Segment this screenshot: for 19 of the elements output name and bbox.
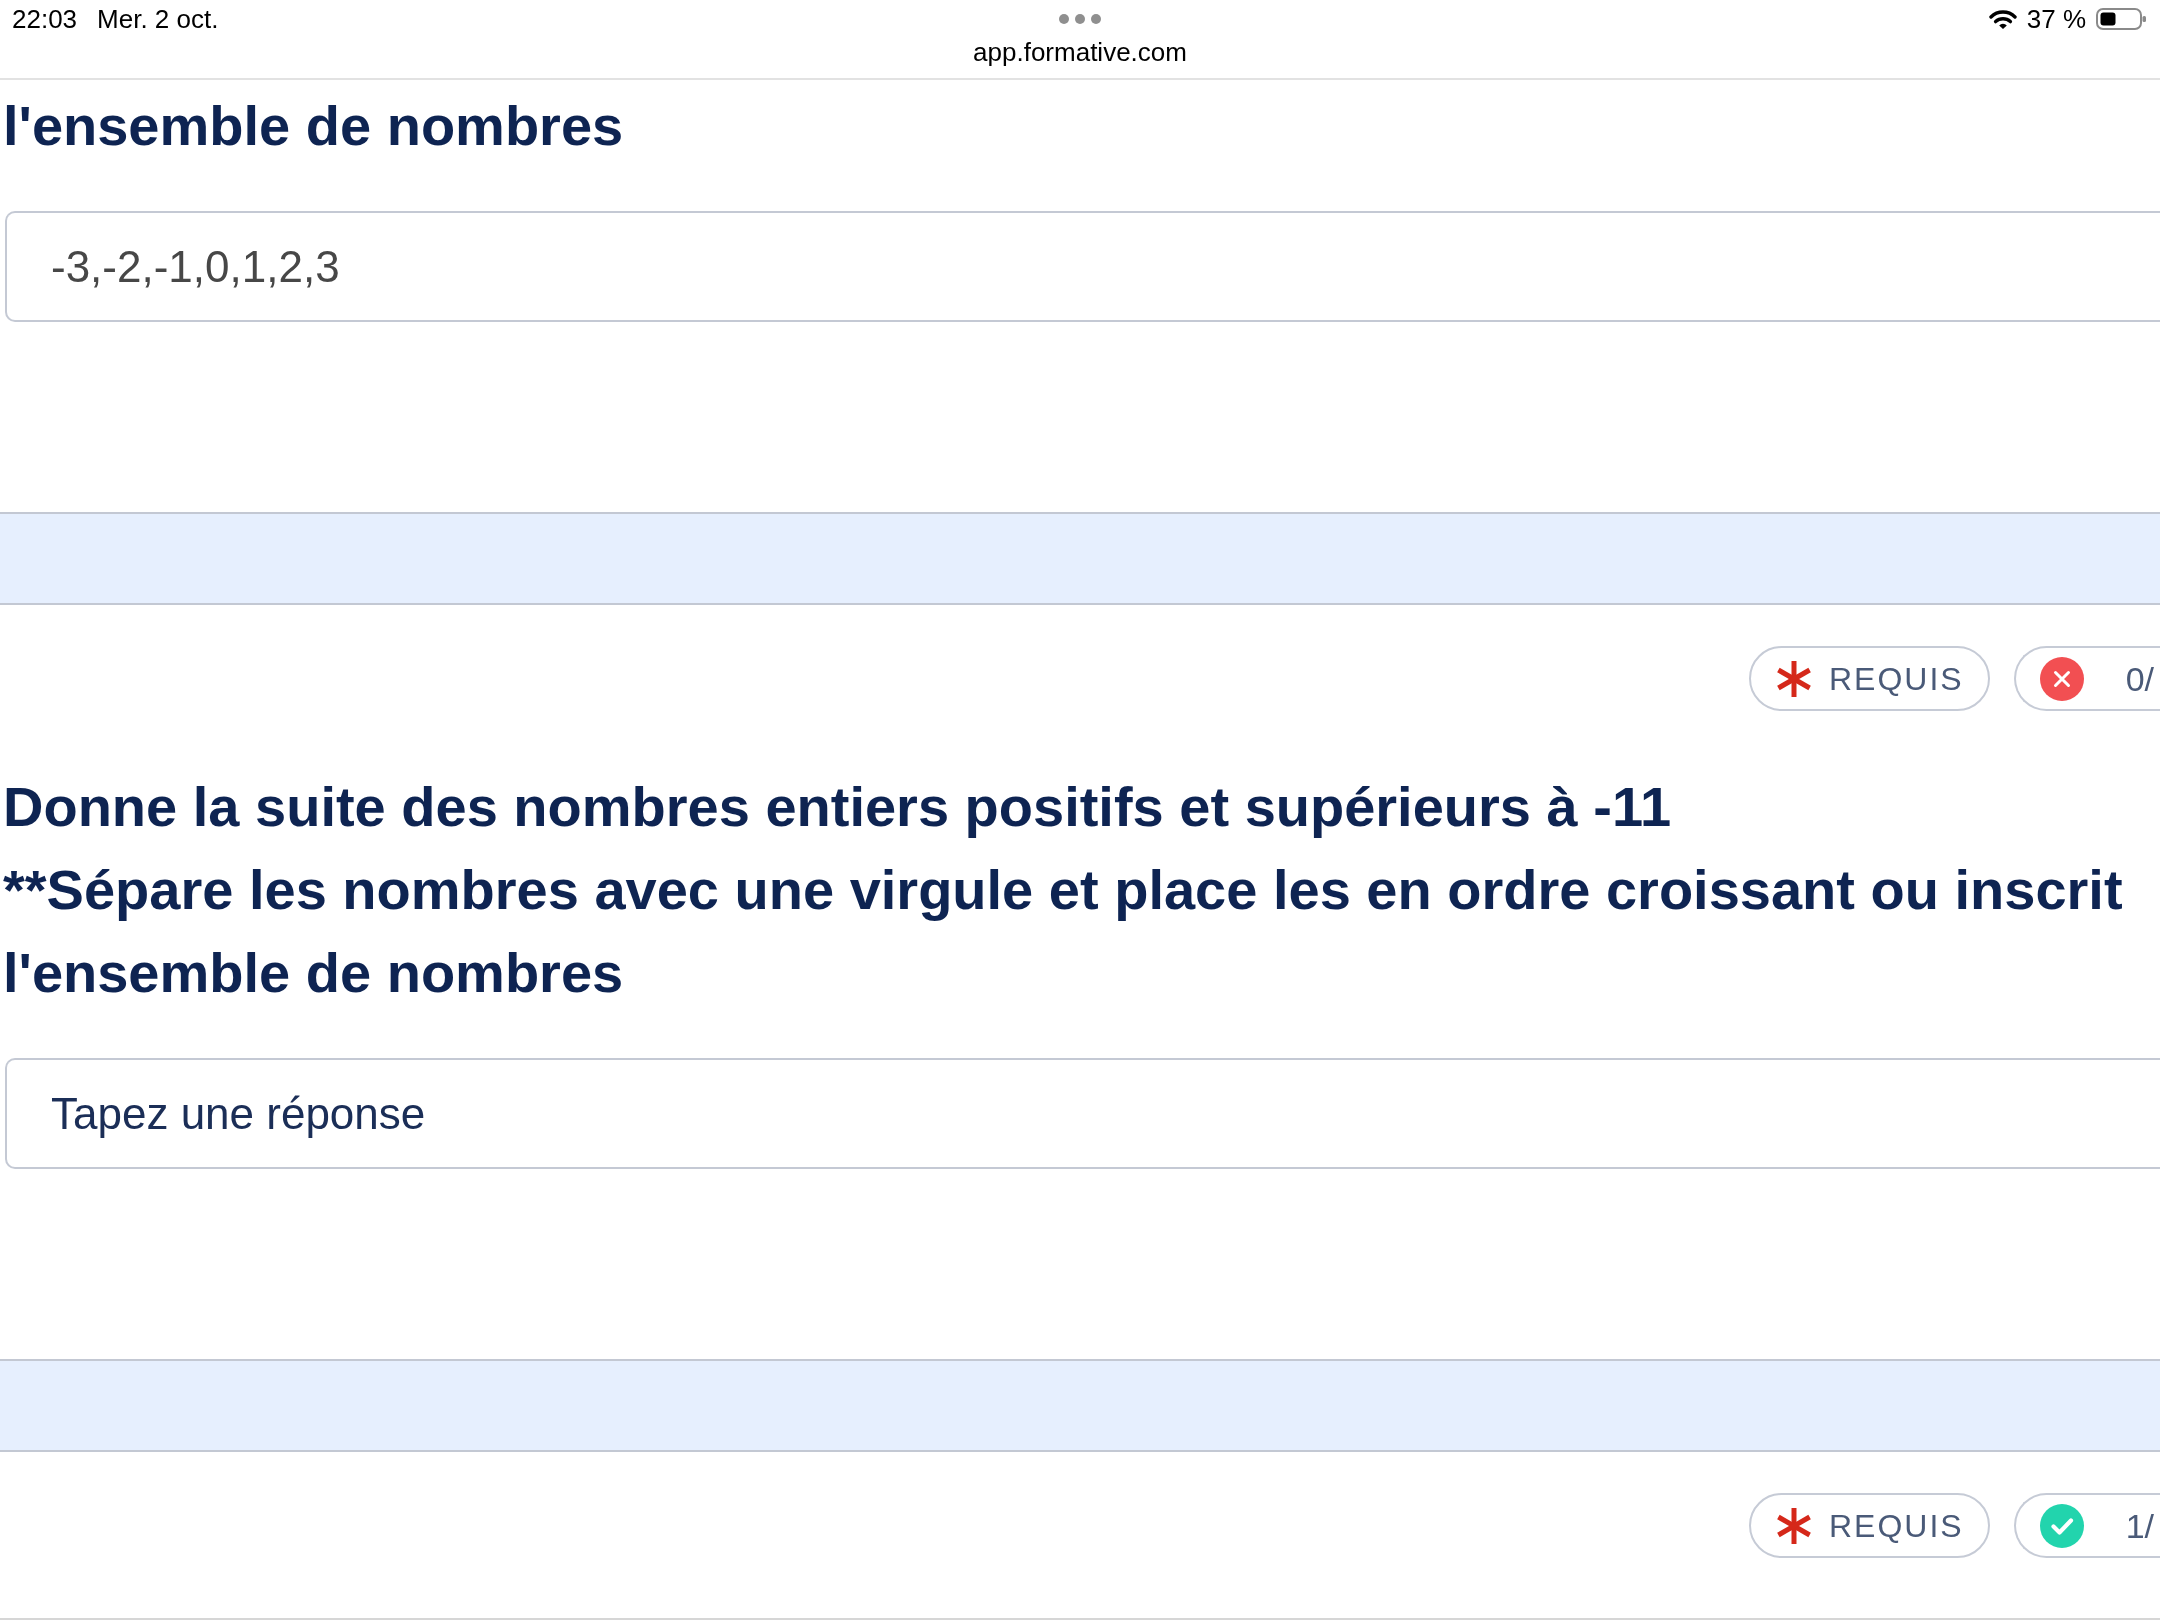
answer-field[interactable]: Tapez une réponse — [5, 1058, 2160, 1169]
more-dots-icon[interactable] — [1059, 14, 1101, 24]
answer-field[interactable]: -3,-2,-1,0,1,2,3 — [5, 211, 2160, 322]
score-text: 0/ — [2125, 660, 2154, 697]
question-text: l'ensemble de nombres — [2, 93, 624, 159]
question-text: **Sépare les nombres avec une virgule et place les en ordre croissant ou inscrit — [2, 857, 2123, 923]
wifi-icon — [1988, 9, 2017, 30]
asterisk-icon — [1776, 1507, 1811, 1544]
page-url[interactable]: app.formative.com — [973, 37, 1187, 67]
score-text: 1/ — [2125, 1507, 2154, 1544]
battery-icon — [2096, 8, 2146, 30]
required-label: REQUIS — [1828, 660, 1964, 697]
question-text: Donne la suite des nombres entiers positifs et supérieurs à -11 — [2, 774, 1672, 840]
status-date: Mer. 2 oct. — [97, 4, 219, 34]
asterisk-icon — [1776, 660, 1811, 697]
required-label: REQUIS — [1828, 1507, 1964, 1544]
status-time: 22:03 — [12, 4, 78, 34]
battery-percent: 37 % — [2026, 4, 2086, 34]
question-text: l'ensemble de nombres — [2, 940, 624, 1006]
